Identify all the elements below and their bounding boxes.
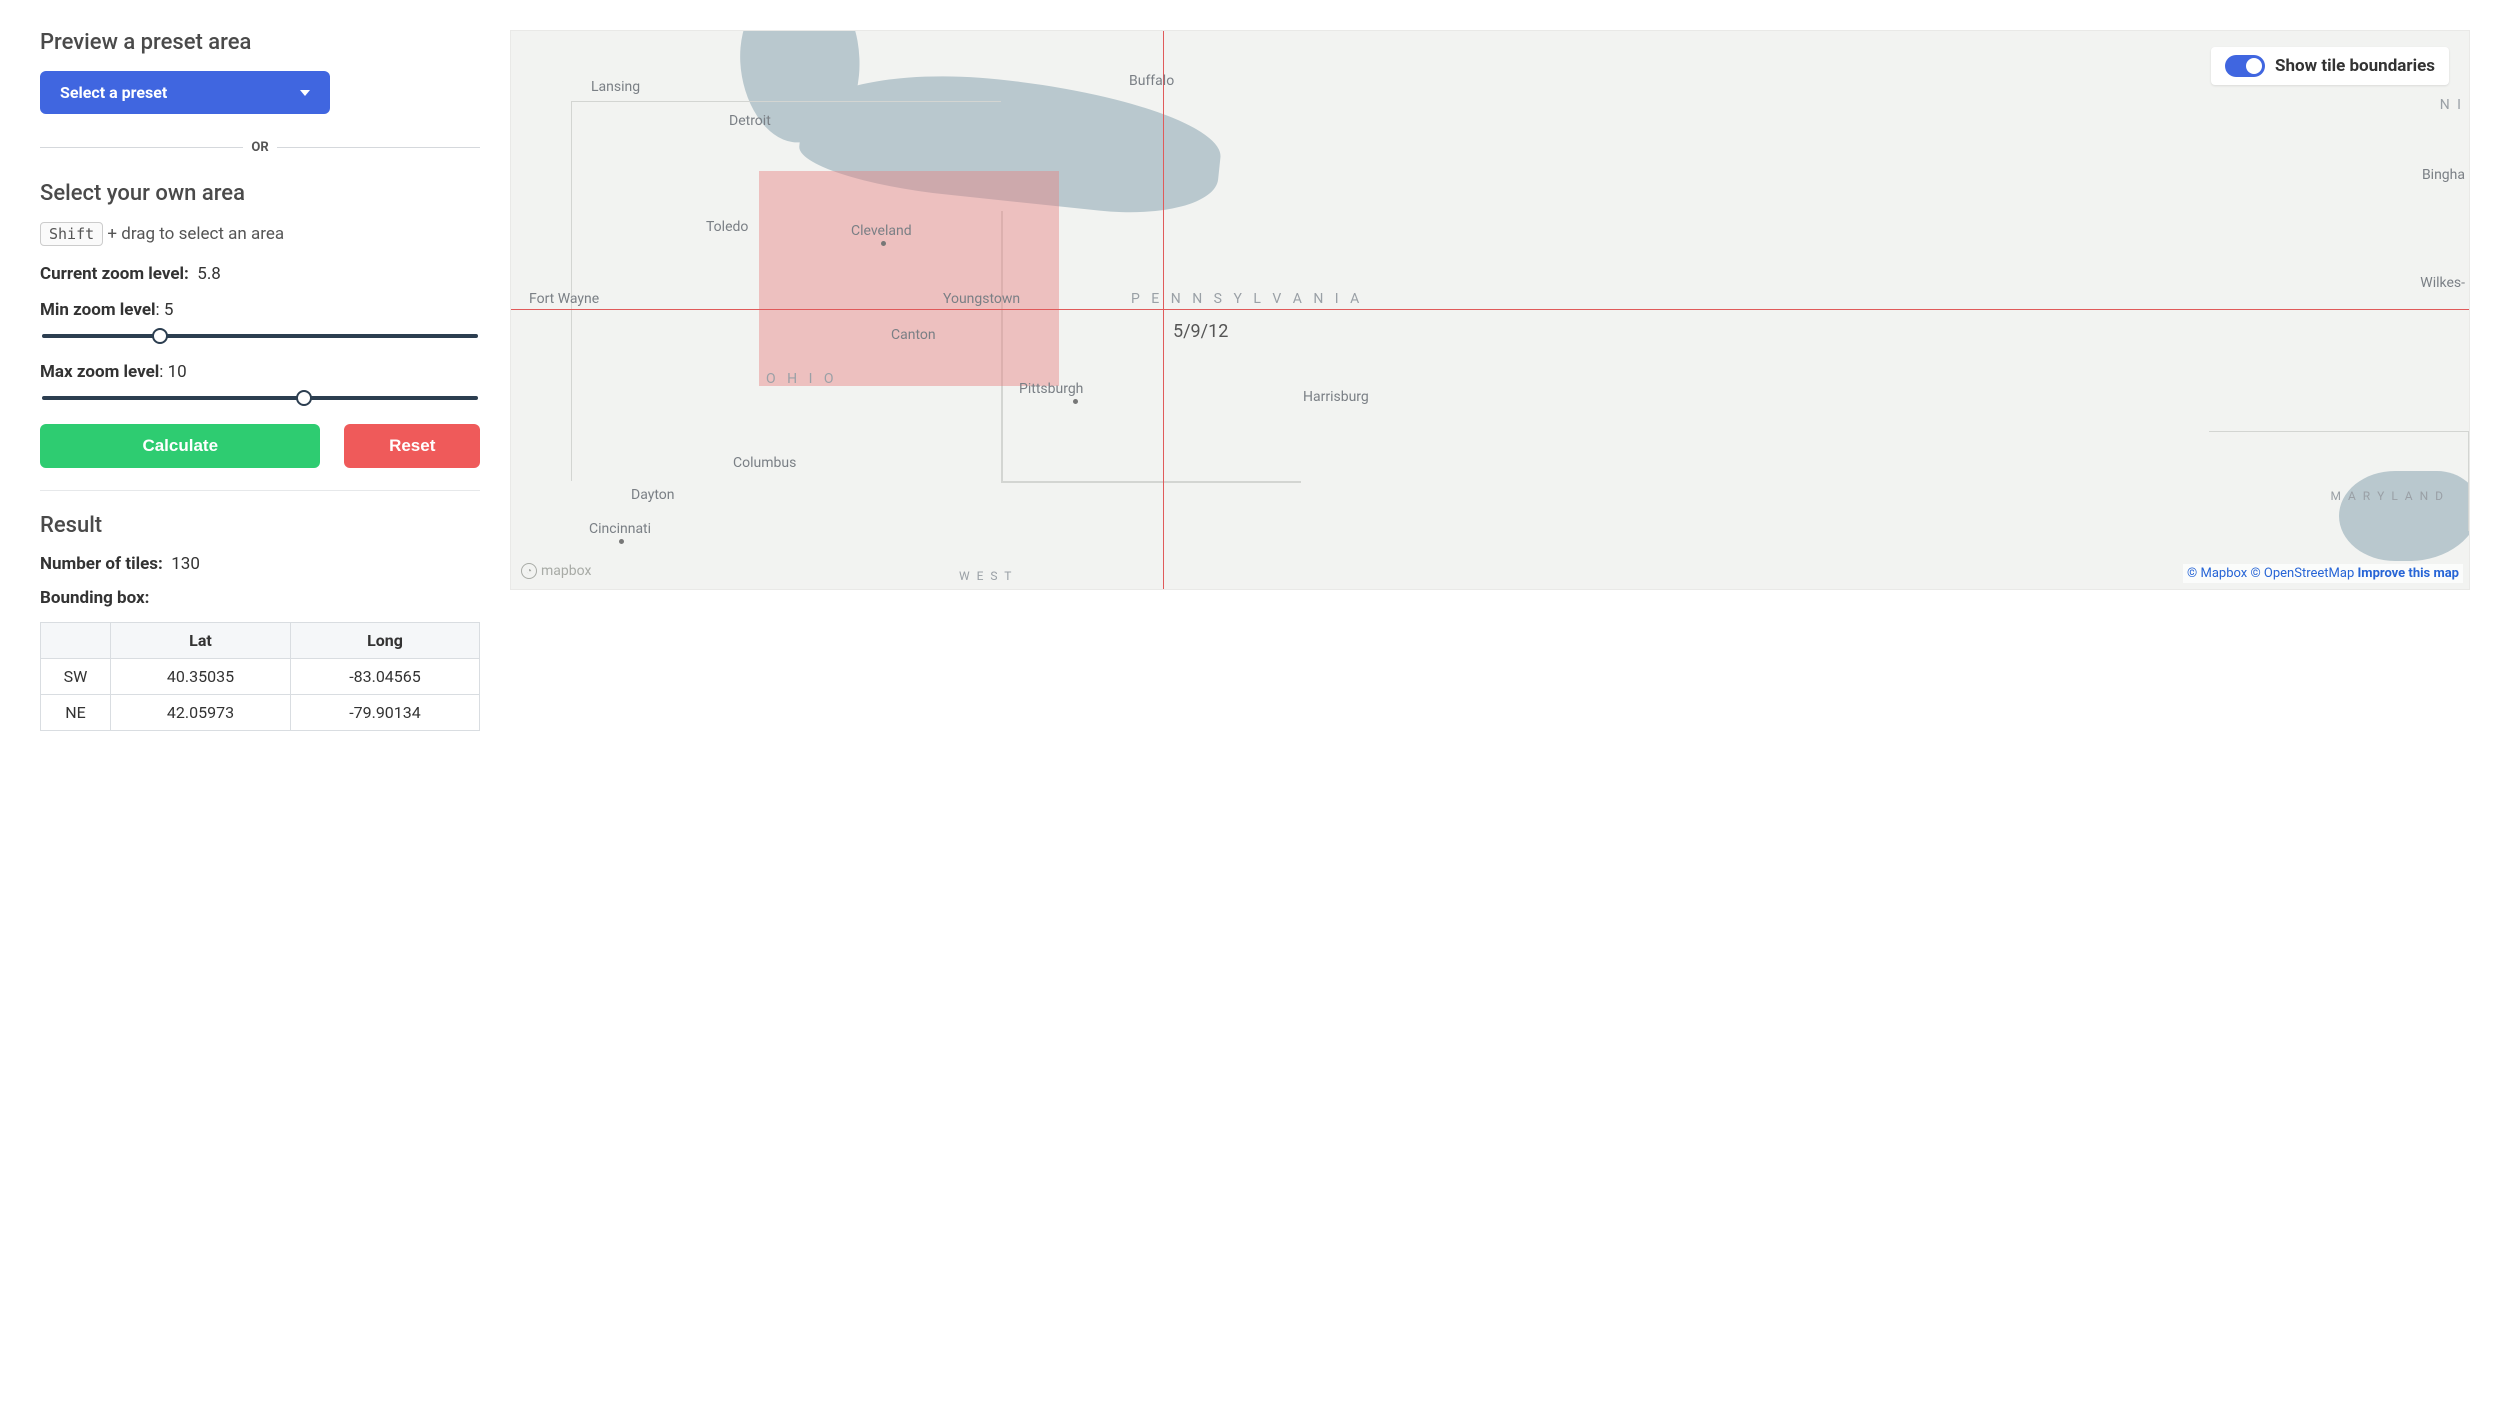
- shift-key-badge: Shift: [40, 222, 103, 246]
- city-binghamton: Bingha: [2422, 167, 2465, 183]
- map-attribution: © Mapbox © OpenStreetMap Improve this ma…: [2183, 564, 2463, 583]
- city-buffalo: Buffalo: [1129, 73, 1174, 89]
- state-pennsylvania: P E N N S Y L V A N I A: [1131, 291, 1363, 307]
- max-zoom-group: Max zoom level: 10: [40, 362, 480, 400]
- city-detroit: Detroit: [729, 113, 771, 129]
- preset-dropdown-label: Select a preset: [60, 83, 167, 102]
- mapbox-logo: ◔ mapbox: [521, 563, 591, 579]
- max-zoom-slider[interactable]: [42, 396, 478, 400]
- selection-rectangle[interactable]: [759, 171, 1059, 386]
- city-youngstown: Youngstown: [943, 291, 1020, 307]
- min-zoom-slider[interactable]: [42, 334, 478, 338]
- shift-drag-hint: Shift + drag to select an area: [40, 222, 480, 246]
- city-dot: [1073, 399, 1078, 404]
- city-fortwayne: Fort Wayne: [529, 291, 599, 307]
- tile-boundaries-toggle[interactable]: [2225, 55, 2265, 77]
- lat-header: Lat: [111, 623, 291, 659]
- min-zoom-thumb[interactable]: [152, 328, 168, 344]
- city-toledo: Toledo: [706, 219, 748, 235]
- table-row-ne: NE 42.05973 -79.90134: [41, 695, 480, 731]
- chevron-down-icon: [300, 90, 310, 96]
- state-border: [2209, 431, 2469, 531]
- own-area-heading: Select your own area: [40, 181, 480, 206]
- attribution-osm-link[interactable]: © OpenStreetMap: [2250, 566, 2354, 581]
- state-ohio: O H I O: [766, 371, 837, 387]
- calculate-button[interactable]: Calculate: [40, 424, 320, 468]
- tile-coordinate-label: 5/9/12: [1173, 321, 1228, 342]
- city-harrisburg: Harrisburg: [1303, 389, 1369, 405]
- table-row-sw: SW 40.35035 -83.04565: [41, 659, 480, 695]
- tiles-row: Number of tiles: 130: [40, 554, 480, 574]
- state-west-virginia: W E S T: [959, 569, 1013, 583]
- controls-sidebar: Preview a preset area Select a preset OR…: [40, 30, 480, 731]
- state-border: [1001, 481, 1301, 483]
- mapbox-icon: ◔: [521, 563, 537, 579]
- city-canton: Canton: [891, 327, 936, 343]
- map-canvas[interactable]: 5/9/12 Lansing Detroit Toledo Cleveland …: [510, 30, 2470, 590]
- state-maryland: M A R Y L A N D: [2331, 489, 2445, 503]
- or-divider: OR: [40, 140, 480, 155]
- bbox-label: Bounding box:: [40, 588, 480, 608]
- improve-map-link[interactable]: Improve this map: [2358, 566, 2460, 581]
- tile-vertical-line: [1163, 31, 1164, 589]
- preset-heading: Preview a preset area: [40, 30, 480, 55]
- city-dot: [881, 241, 886, 246]
- city-wilkes: Wilkes-: [2420, 275, 2465, 291]
- preset-dropdown[interactable]: Select a preset: [40, 71, 330, 114]
- reset-button[interactable]: Reset: [344, 424, 480, 468]
- city-pittsburgh: Pittsburgh: [1019, 381, 1083, 397]
- city-cleveland: Cleveland: [851, 223, 912, 239]
- city-dayton: Dayton: [631, 487, 674, 503]
- table-header-row: Lat Long: [41, 623, 480, 659]
- result-heading: Result: [40, 513, 480, 538]
- long-header: Long: [290, 623, 479, 659]
- city-dot: [619, 539, 624, 544]
- max-zoom-thumb[interactable]: [296, 390, 312, 406]
- tile-boundaries-label: Show tile boundaries: [2275, 56, 2435, 76]
- section-divider: [40, 490, 480, 491]
- attribution-mapbox-link[interactable]: © Mapbox: [2187, 566, 2247, 581]
- min-zoom-group: Min zoom level: 5: [40, 300, 480, 338]
- tile-horizontal-line: [511, 309, 2469, 310]
- or-label: OR: [243, 140, 276, 155]
- bbox-table: Lat Long SW 40.35035 -83.04565 NE 42.059…: [40, 622, 480, 731]
- city-lansing: Lansing: [591, 79, 640, 95]
- tile-boundaries-toggle-wrap: Show tile boundaries: [2211, 47, 2449, 85]
- current-zoom-row: Current zoom level: 5.8: [40, 264, 480, 284]
- state-ni: N I: [2440, 97, 2463, 113]
- city-cincinnati: Cincinnati: [589, 521, 651, 537]
- city-columbus: Columbus: [733, 455, 796, 471]
